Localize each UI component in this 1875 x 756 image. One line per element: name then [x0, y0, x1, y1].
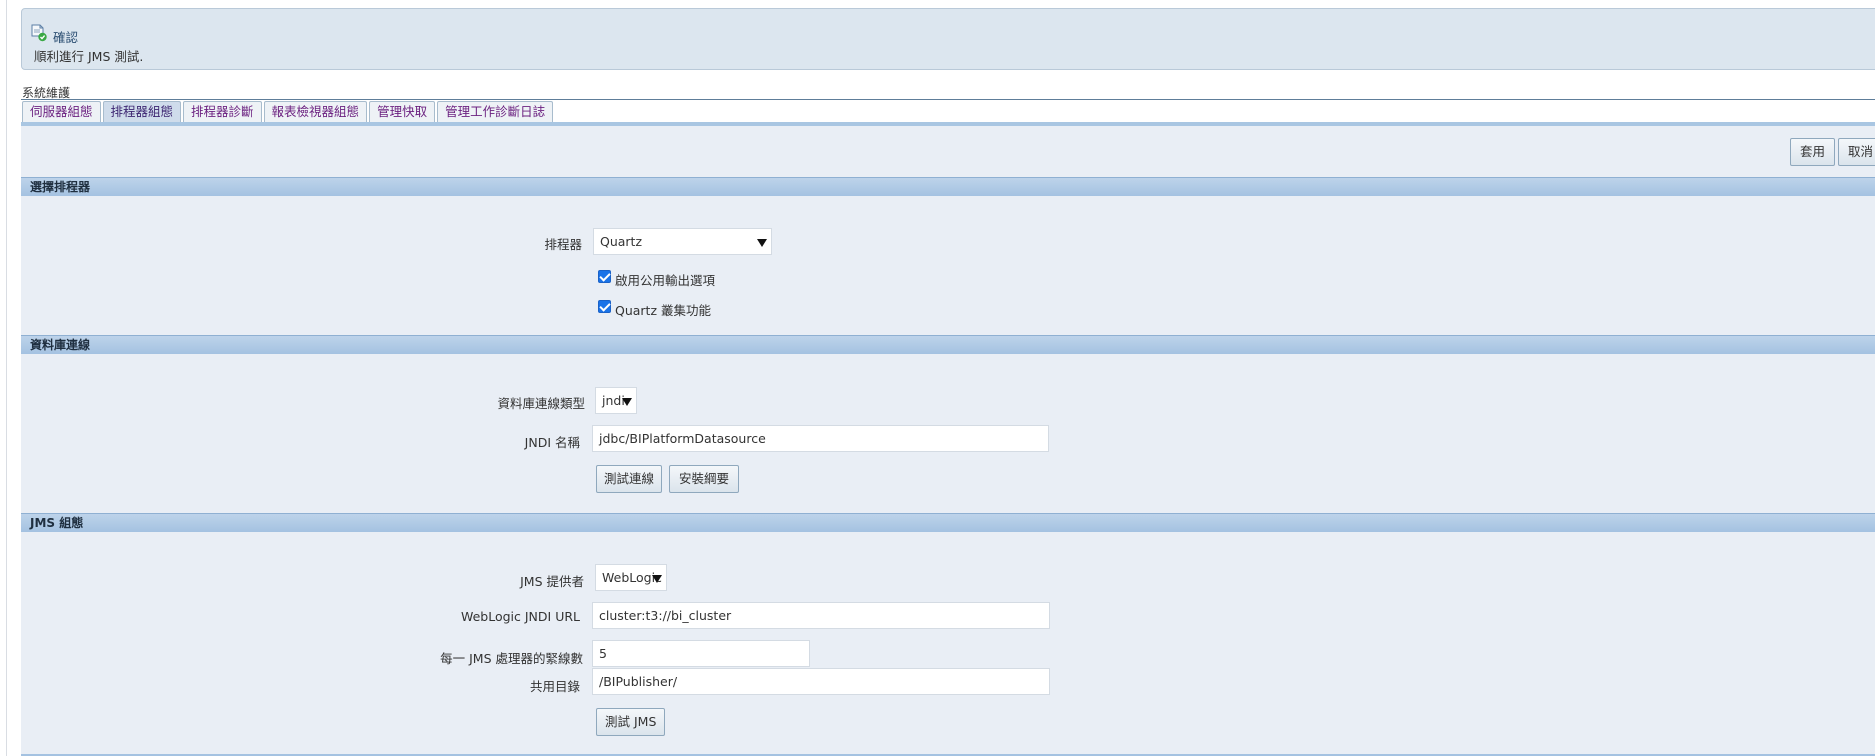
- tab-manage-job-diagnostics-log[interactable]: 管理工作診斷日誌: [437, 101, 554, 122]
- scheduler-select[interactable]: Quartz: [593, 228, 772, 255]
- section-header-database: 資料庫連線: [21, 335, 1875, 354]
- jndi-name-input[interactable]: jdbc/BIPlatformDatasource: [592, 425, 1049, 452]
- jms-threads-label: 每一 JMS 處理器的緊線數: [440, 651, 583, 666]
- tab-bar: 伺服器組態 排程器組態 排程器診斷 報表檢視器組態 管理快取 管理工作診斷日誌: [22, 101, 555, 123]
- tab-scheduler-diagnostics[interactable]: 排程器診斷: [183, 101, 262, 122]
- jms-provider-select[interactable]: WebLogic: [595, 564, 667, 591]
- shared-directory-label: 共用目錄: [529, 679, 580, 694]
- scheduler-select-value: Quartz: [600, 234, 643, 249]
- enable-public-output-label: 啟用公用輸出選項: [615, 273, 716, 288]
- scheduler-label: 排程器: [544, 237, 582, 252]
- quartz-cluster-label: Quartz 叢集功能: [615, 303, 711, 318]
- weblogic-jndi-url-input[interactable]: cluster:t3://bi_cluster: [592, 602, 1050, 629]
- connection-type-select[interactable]: jndi: [595, 387, 637, 414]
- jms-provider-label: JMS 提供者: [520, 574, 584, 589]
- test-connection-button[interactable]: 測試連線: [596, 465, 663, 493]
- jndi-name-label: JNDI 名稱: [524, 435, 580, 450]
- section-header-scheduler: 選擇排程器: [21, 177, 1875, 196]
- jms-threads-input[interactable]: 5: [592, 640, 810, 667]
- shared-directory-input[interactable]: /BIPublisher/: [592, 668, 1050, 695]
- connection-type-label: 資料庫連線類型: [497, 396, 585, 411]
- test-jms-button[interactable]: 測試 JMS: [596, 708, 666, 736]
- quartz-cluster-checkbox[interactable]: [598, 300, 611, 313]
- tab-server-config[interactable]: 伺服器組態: [22, 101, 101, 122]
- banner-title: 確認: [53, 30, 79, 45]
- install-schema-button[interactable]: 安裝綱要: [669, 465, 740, 493]
- apply-button[interactable]: 套用: [1790, 138, 1836, 166]
- chevron-down-icon: [652, 575, 662, 583]
- breadcrumb-divider: [21, 99, 1875, 100]
- page-left-rule: [6, 0, 7, 756]
- tab-manage-cache[interactable]: 管理快取: [369, 101, 436, 122]
- section-header-jms: JMS 組態: [21, 513, 1875, 532]
- tab-report-viewer-config[interactable]: 報表檢視器組態: [263, 101, 368, 122]
- chevron-down-icon: [622, 398, 632, 406]
- tab-scheduler-config[interactable]: 排程器組態: [102, 101, 182, 122]
- document-check-icon: [31, 24, 47, 42]
- cancel-button[interactable]: 取消: [1838, 138, 1875, 166]
- weblogic-jndi-url-label: WebLogic JNDI URL: [460, 609, 580, 624]
- banner-message: 順利進行 JMS 測試.: [34, 49, 144, 64]
- enable-public-output-checkbox[interactable]: [598, 270, 611, 283]
- confirmation-banner: 確認 順利進行 JMS 測試.: [21, 8, 1875, 70]
- chevron-down-icon: [757, 239, 767, 247]
